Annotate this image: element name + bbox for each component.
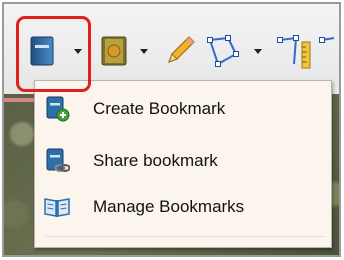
share-bookmark-icon [46, 148, 70, 172]
bookmark-menu: Create Bookmark Share bookmark Manage Bo… [34, 80, 332, 248]
menu-item-share-bookmark[interactable]: Share bookmark [35, 143, 331, 179]
pencil-icon [167, 36, 195, 64]
menu-item-label: Share bookmark [93, 151, 218, 170]
manage-bookmarks-icon [44, 198, 70, 217]
bookmark-alt-dropdown-arrow[interactable] [140, 49, 148, 54]
app-window: Create Bookmark Share bookmark Manage Bo… [2, 2, 341, 257]
menu-item-manage-bookmarks[interactable]: Manage Bookmarks [35, 189, 331, 225]
pencil-button[interactable] [163, 34, 197, 68]
polygon-dropdown-arrow[interactable] [254, 49, 262, 54]
menu-item-label: Create Bookmark [93, 99, 226, 118]
map-overlay-line [4, 98, 34, 102]
bookmark-alt-icon [101, 36, 127, 66]
highlight-box [16, 16, 91, 92]
bookmark-alt-button[interactable] [101, 36, 127, 66]
menu-separator [45, 236, 325, 237]
polygon-icon [207, 35, 239, 67]
menu-item-label: Manage Bookmarks [93, 197, 245, 216]
create-bookmark-icon [46, 96, 70, 122]
menu-item-create-bookmark[interactable]: Create Bookmark [35, 91, 331, 127]
polygon-button[interactable] [206, 34, 246, 70]
measure-button[interactable] [274, 34, 338, 70]
ruler-icon [277, 35, 335, 69]
